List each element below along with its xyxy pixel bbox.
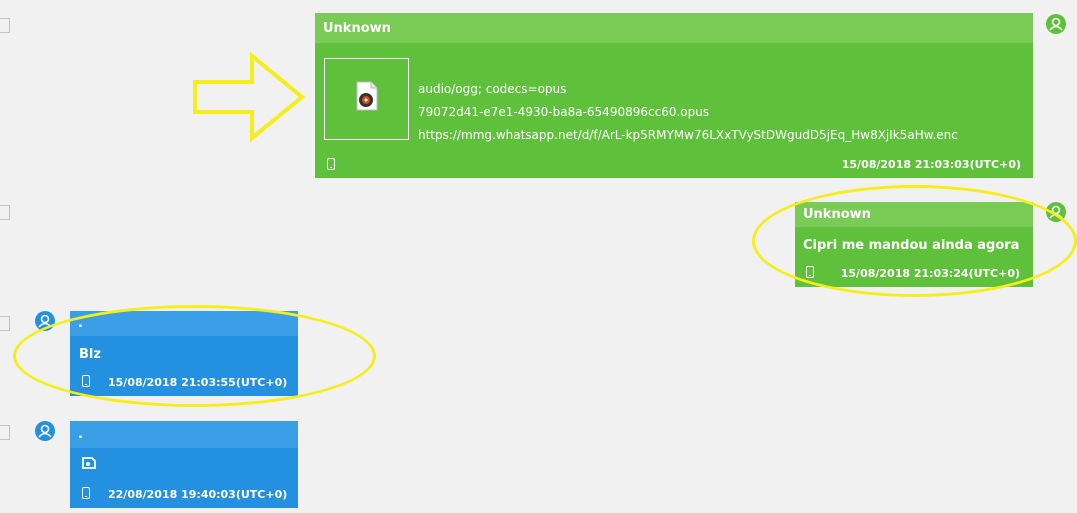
attachment-url[interactable]: https://mmg.whatsapp.net/d/f/ArL-kp5RMYM… xyxy=(418,128,958,142)
phone-icon xyxy=(327,158,335,170)
attachment-thumbnail[interactable] xyxy=(324,58,409,140)
message-sender: Unknown xyxy=(315,13,1033,43)
message-bubble-media[interactable]: . 22/08/2018 19:40:03(UTC+0) xyxy=(70,421,298,508)
message-timestamp: 22/08/2018 19:40:03(UTC+0) xyxy=(108,488,288,501)
attachment-mime: audio/ogg; codecs=opus xyxy=(418,82,567,96)
arrow-annotation-icon xyxy=(193,52,306,142)
sticker-icon[interactable] xyxy=(81,456,97,470)
message-timestamp: 15/08/2018 21:03:03(UTC+0) xyxy=(841,158,1021,171)
attachment-filename: 79072d41-e7e1-4930-ba8a-65490896cc60.opu… xyxy=(418,105,710,119)
select-checkbox[interactable] xyxy=(0,425,10,440)
message-bubble-audio[interactable]: Unknown audio/ogg; codecs=opus 79072d41-… xyxy=(315,13,1033,178)
highlight-ellipse xyxy=(13,305,376,407)
contact-avatar-icon xyxy=(35,421,55,441)
select-checkbox[interactable] xyxy=(0,316,10,331)
contact-avatar-icon xyxy=(1046,14,1066,34)
select-checkbox[interactable] xyxy=(0,205,10,220)
highlight-ellipse xyxy=(752,185,1077,297)
message-sender: . xyxy=(70,421,298,448)
audio-file-icon xyxy=(356,81,378,111)
select-checkbox[interactable] xyxy=(0,18,10,33)
phone-icon xyxy=(82,487,90,499)
